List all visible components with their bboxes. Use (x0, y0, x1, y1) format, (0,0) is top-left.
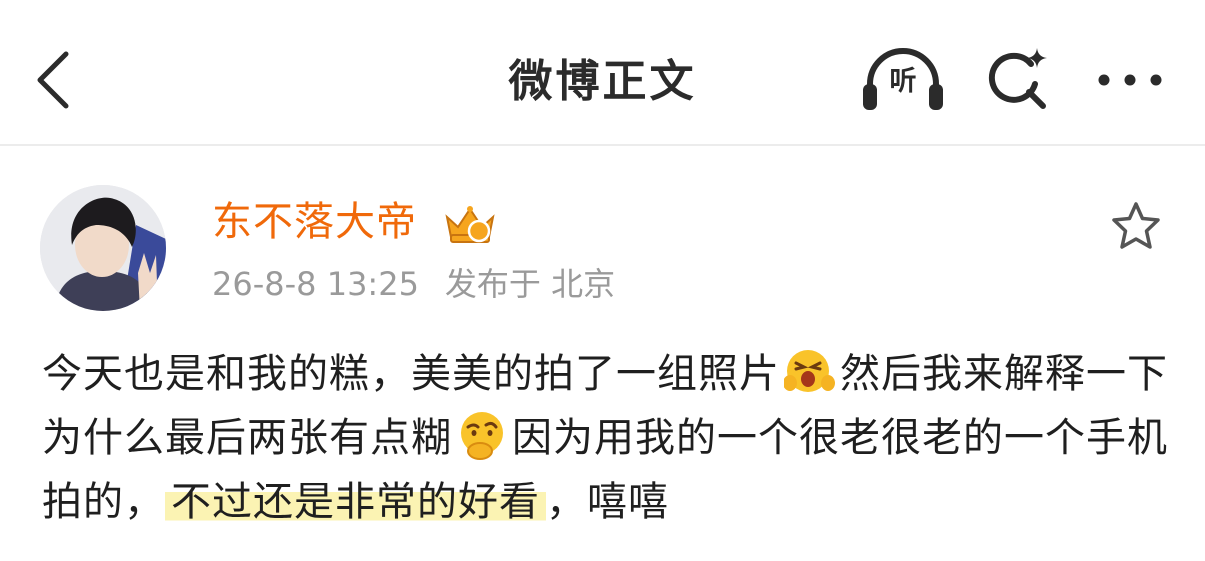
avatar[interactable] (40, 185, 166, 311)
listen-label: 听 (889, 66, 917, 97)
search-icon[interactable] (985, 44, 1051, 114)
post-text-1: 今天也是和我的糕，美美的拍了一组照片 (42, 351, 780, 397)
highlighted-text: 不过还是非常的好看 (165, 479, 546, 525)
thinking-emoji (461, 412, 503, 460)
grinning-excited-emoji (784, 350, 835, 392)
author-name[interactable]: 东不落大帝 (212, 196, 417, 248)
post-timestamp: 26-8-8 13:25 (212, 265, 419, 303)
post-meta: 26-8-8 13:25 发布于 北京 (212, 262, 615, 306)
post-text-4: ，嘻嘻 (546, 479, 669, 525)
crown-badge-icon (445, 206, 495, 243)
top-navigation-bar: 微博正文 听 (0, 0, 1205, 146)
star-outline-icon[interactable] (1110, 200, 1162, 252)
more-dots-icon[interactable] (1094, 60, 1166, 100)
post-content: 今天也是和我的糕，美美的拍了一组照片 然后我来解释一下为什么最后两张有点糊 因为… (42, 342, 1172, 534)
post-location: 发布于 北京 (444, 265, 616, 303)
listen-button[interactable]: 听 (860, 46, 946, 116)
